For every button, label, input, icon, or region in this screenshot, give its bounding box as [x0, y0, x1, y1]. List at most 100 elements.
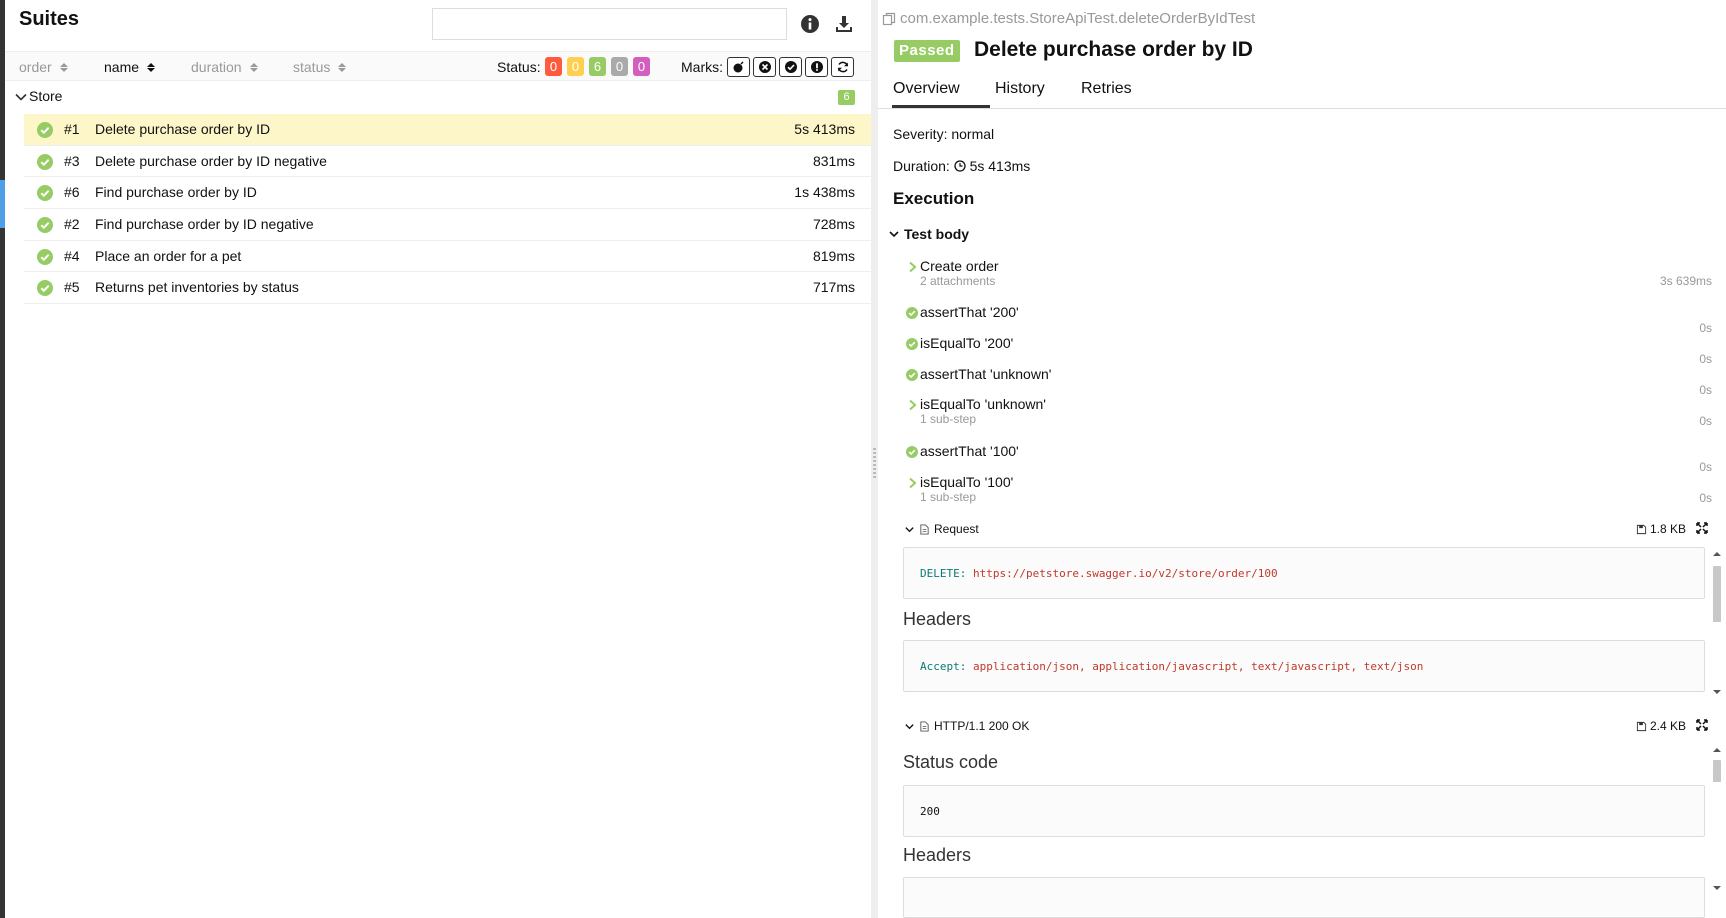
request-url[interactable]: https://petstore.swagger.io/v2/store/ord… [973, 567, 1278, 580]
test-full-name[interactable]: com.example.tests.StoreApiTest.deleteOrd… [882, 10, 1255, 27]
request-header-value: application/json, application/javascript… [972, 659, 1424, 673]
tab-history[interactable]: History [995, 80, 1045, 98]
test-row[interactable]: #4 Place an order for a pet 819ms [24, 241, 871, 273]
request-headers-heading: Headers [903, 609, 972, 629]
mark-new-broken-toggle[interactable] [805, 57, 828, 77]
chevron-right-icon[interactable] [906, 477, 918, 489]
step-name: isEqualTo '100' [920, 474, 1014, 490]
sort-name-label: name [104, 59, 140, 75]
info-icon[interactable] [798, 12, 822, 36]
test-row-number: #2 [64, 216, 80, 233]
step-subtext: 2 attachments [920, 274, 996, 288]
mark-retries-toggle[interactable] [831, 57, 854, 77]
attachment-request-header[interactable]: Request [904, 520, 979, 538]
duration-label: Duration: [893, 158, 950, 174]
attachment-request-size: 1.8 KB [1636, 522, 1686, 536]
bomb-icon [733, 61, 744, 73]
chevron-right-icon[interactable] [906, 261, 918, 273]
test-row-duration: 1s 438ms [794, 184, 855, 201]
test-row[interactable]: #5 Returns pet inventories by status 717ms [24, 272, 871, 305]
request-method: DELETE: [920, 566, 967, 580]
tab-retries[interactable]: Retries [1081, 80, 1132, 98]
attachment-response-header[interactable]: HTTP/1.1 200 OK [904, 717, 1029, 735]
status-code-heading: Status code [903, 752, 999, 772]
suite-group-count-badge: 6 [838, 90, 855, 105]
test-row-duration: 831ms [812, 152, 855, 169]
response-scrollbar[interactable] [1712, 748, 1722, 890]
mark-new-passed-toggle[interactable] [779, 57, 802, 77]
suites-title: Suites [19, 8, 80, 30]
chevron-right-icon[interactable] [906, 399, 918, 411]
save-icon [1636, 524, 1647, 534]
sort-status[interactable]: status [293, 59, 347, 75]
test-row[interactable]: #6 Find purchase order by ID 1s 438ms [24, 177, 871, 210]
mark-flaky-toggle[interactable] [727, 57, 750, 77]
suite-group-store[interactable]: Store 6 [5, 84, 871, 112]
duration-row: Duration: 5s 413ms [893, 158, 1030, 174]
status-code-block: 200 [903, 785, 1705, 837]
suite-group-name: Store [29, 88, 63, 104]
sort-status-label: status [293, 59, 331, 75]
test-result-pane: com.example.tests.StoreApiTest.deleteOrd… [878, 0, 1726, 918]
sort-order-label: order [19, 59, 52, 75]
file-icon [920, 720, 929, 732]
test-row[interactable]: #1 Delete purchase order by ID 5s 413ms [24, 114, 871, 146]
active-tab-underline [892, 105, 990, 108]
marks-filter-label: Marks: [681, 59, 723, 75]
allure-report: Suites order name duration status Status… [0, 0, 1726, 918]
sort-bar: order name duration status Status: 0 0 6… [5, 51, 871, 81]
status-passed-toggle[interactable]: 6 [589, 57, 606, 76]
step-subtext: 1 sub-step [920, 490, 977, 504]
check-circle-icon [784, 61, 797, 73]
download-icon[interactable] [832, 12, 856, 36]
request-url-block: DELETE: https://petstore.swagger.io/v2/s… [903, 547, 1705, 599]
request-headers-block: Accept: application/json, application/ja… [903, 640, 1705, 692]
check-circle-icon [37, 122, 53, 138]
step-duration: 3s 639ms [1659, 274, 1712, 288]
chevron-down-icon [889, 231, 899, 238]
resizer-grip[interactable] [873, 448, 876, 480]
test-row[interactable]: #2 Find purchase order by ID negative 728m… [24, 209, 871, 241]
severity-text: Severity: normal [893, 126, 995, 142]
tab-overview[interactable]: Overview [893, 80, 960, 98]
attachment-response-title: HTTP/1.1 200 OK [934, 719, 1030, 733]
mark-new-failed-toggle[interactable] [753, 57, 776, 77]
sort-order[interactable]: order [19, 59, 68, 75]
scrollbar-thumb[interactable] [1713, 566, 1721, 622]
check-circle-icon [37, 217, 53, 234]
expand-icon[interactable] [1696, 522, 1708, 534]
status-broken-toggle[interactable]: 0 [567, 57, 584, 76]
sort-duration-label: duration [191, 59, 242, 75]
status-skipped-toggle[interactable]: 0 [611, 57, 628, 76]
times-circle-icon [758, 61, 771, 73]
request-header-key: Accept: [920, 659, 967, 673]
check-circle-icon [906, 307, 918, 319]
test-body-toggle[interactable]: Test body [888, 226, 969, 242]
step-name: assertThat '100' [920, 443, 1019, 459]
attachment-request-size-text: 1.8 KB [1649, 522, 1686, 536]
status-unknown-toggle[interactable]: 0 [633, 57, 650, 76]
test-row-name: Find purchase order by ID [95, 184, 257, 201]
save-icon [1636, 721, 1647, 731]
status-code-value: 200 [920, 804, 940, 818]
sort-duration[interactable]: duration [191, 59, 258, 75]
scrollbar-thumb[interactable] [1713, 760, 1721, 782]
status-failed-toggle[interactable]: 0 [545, 57, 562, 76]
request-scrollbar[interactable] [1712, 552, 1722, 694]
pane-resizer[interactable] [871, 0, 878, 918]
step-duration: 0s [1699, 460, 1712, 474]
tab-bar: Overview History Retries [878, 72, 1726, 109]
file-icon [920, 523, 929, 535]
copy-icon[interactable] [882, 12, 896, 26]
chevron-down-icon [15, 93, 27, 101]
test-row-duration: 728ms [812, 216, 855, 233]
sort-caret-icon [249, 62, 258, 72]
expand-icon[interactable] [1696, 719, 1708, 731]
check-circle-icon [37, 248, 53, 265]
check-circle-icon [906, 338, 918, 350]
sort-caret-icon [147, 62, 156, 72]
search-input[interactable] [432, 8, 787, 40]
duration-value: 5s 413ms [969, 158, 1031, 174]
test-row[interactable]: #3 Delete purchase order by ID negative 83… [24, 146, 871, 178]
sort-name[interactable]: name [104, 59, 156, 75]
